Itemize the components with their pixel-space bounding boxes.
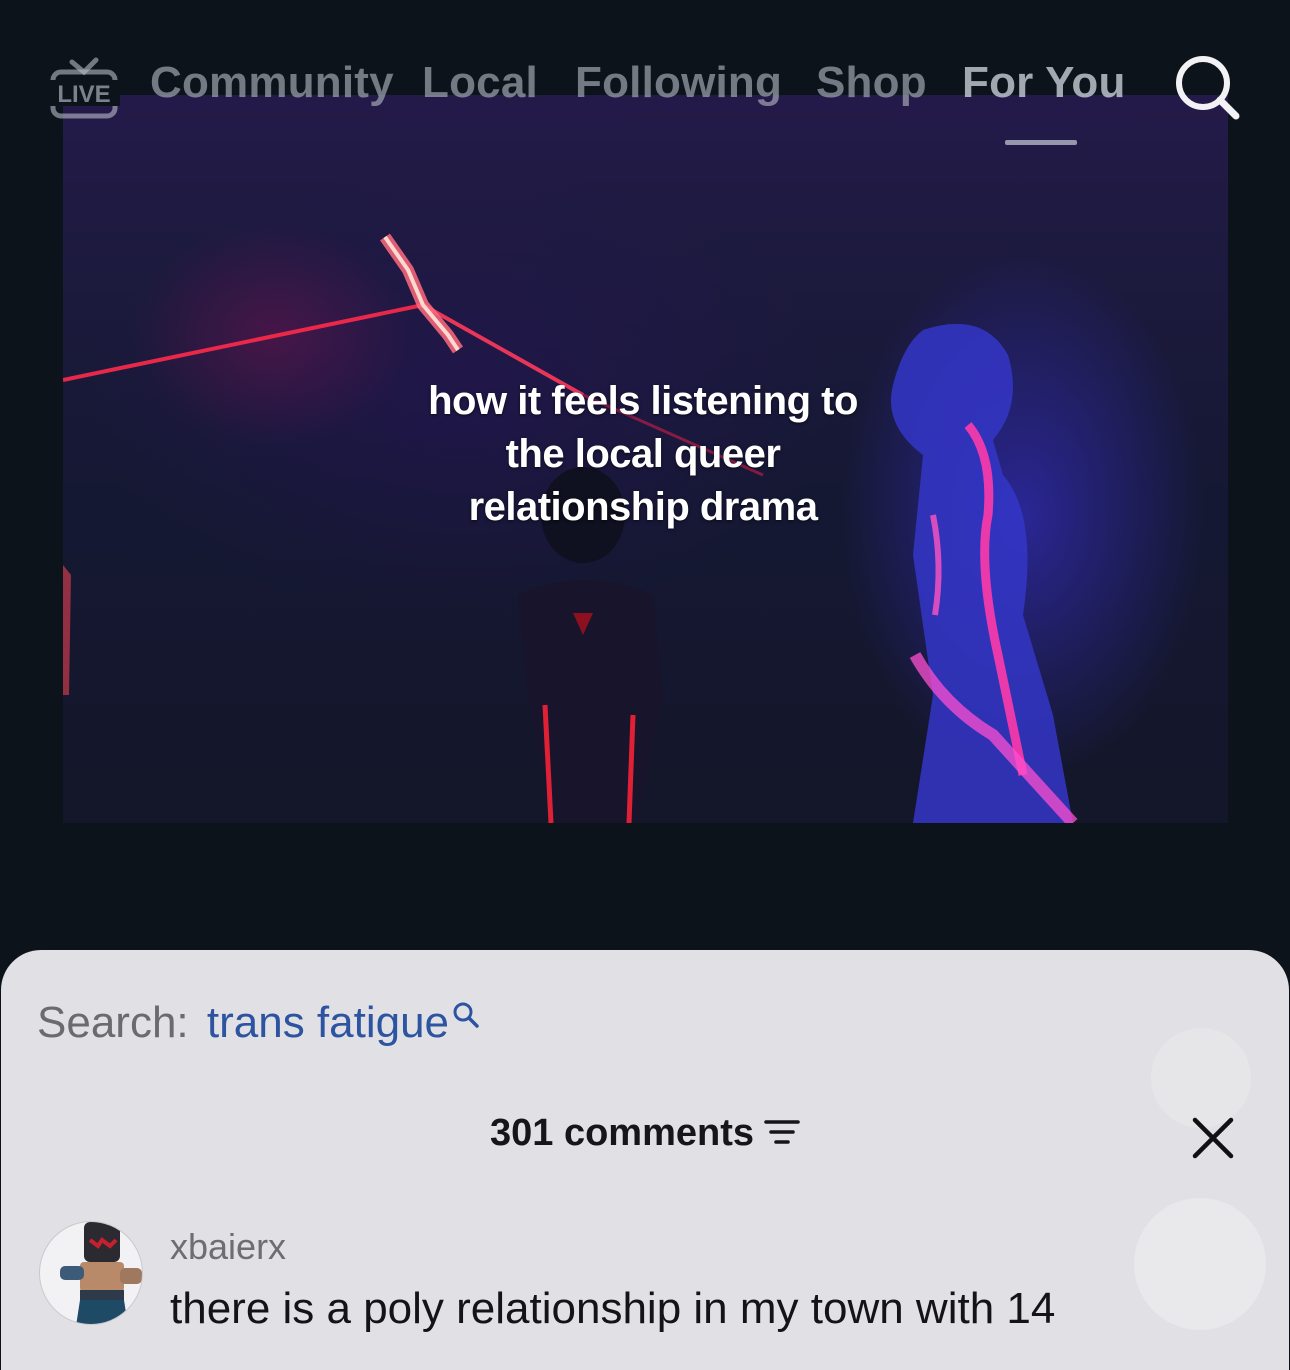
- tab-for-you[interactable]: For You: [962, 58, 1126, 108]
- close-comments-button[interactable]: [1191, 1116, 1235, 1160]
- comments-count-header: 301 comments: [1, 1112, 1289, 1155]
- caption-line: the local queer: [505, 432, 781, 476]
- video-caption: how it feels listening to the local quee…: [313, 375, 973, 534]
- search-button[interactable]: [1172, 52, 1242, 122]
- top-navigation: LIVE Community Local Following Shop For …: [0, 40, 1290, 150]
- tab-community[interactable]: Community: [150, 58, 394, 108]
- related-search-link[interactable]: Search: trans fatigue: [37, 998, 481, 1048]
- related-search-query[interactable]: trans fatigue: [207, 998, 449, 1047]
- search-mini-icon: [453, 1002, 479, 1028]
- filter-icon[interactable]: [764, 1117, 800, 1147]
- search-icon: [1176, 56, 1240, 120]
- related-search-label: Search:: [37, 998, 189, 1047]
- comment-text: there is a poly relationship in my town …: [170, 1284, 1056, 1333]
- faded-profile-icon: [1134, 1198, 1266, 1330]
- caption-line: how it feels listening to: [428, 379, 858, 423]
- tab-local[interactable]: Local: [422, 58, 538, 108]
- caption-line: relationship drama: [468, 485, 818, 529]
- tab-following[interactable]: Following: [575, 58, 782, 108]
- comment-username[interactable]: xbaierx: [170, 1226, 286, 1268]
- live-button[interactable]: LIVE: [48, 48, 120, 122]
- video-player[interactable]: how it feels listening to the local quee…: [63, 95, 1228, 823]
- live-badge-text: LIVE: [57, 81, 110, 108]
- tab-shop[interactable]: Shop: [816, 58, 927, 108]
- comments-count: 301 comments: [489, 1112, 754, 1154]
- comments-sheet: Search: trans fatigue 301 comments xbaie…: [1, 950, 1289, 1370]
- close-icon: [1192, 1117, 1234, 1159]
- active-tab-indicator: [1005, 140, 1077, 145]
- avatar[interactable]: [39, 1221, 143, 1325]
- live-tv-icon: LIVE: [48, 57, 120, 119]
- avatar-image: [60, 1222, 142, 1324]
